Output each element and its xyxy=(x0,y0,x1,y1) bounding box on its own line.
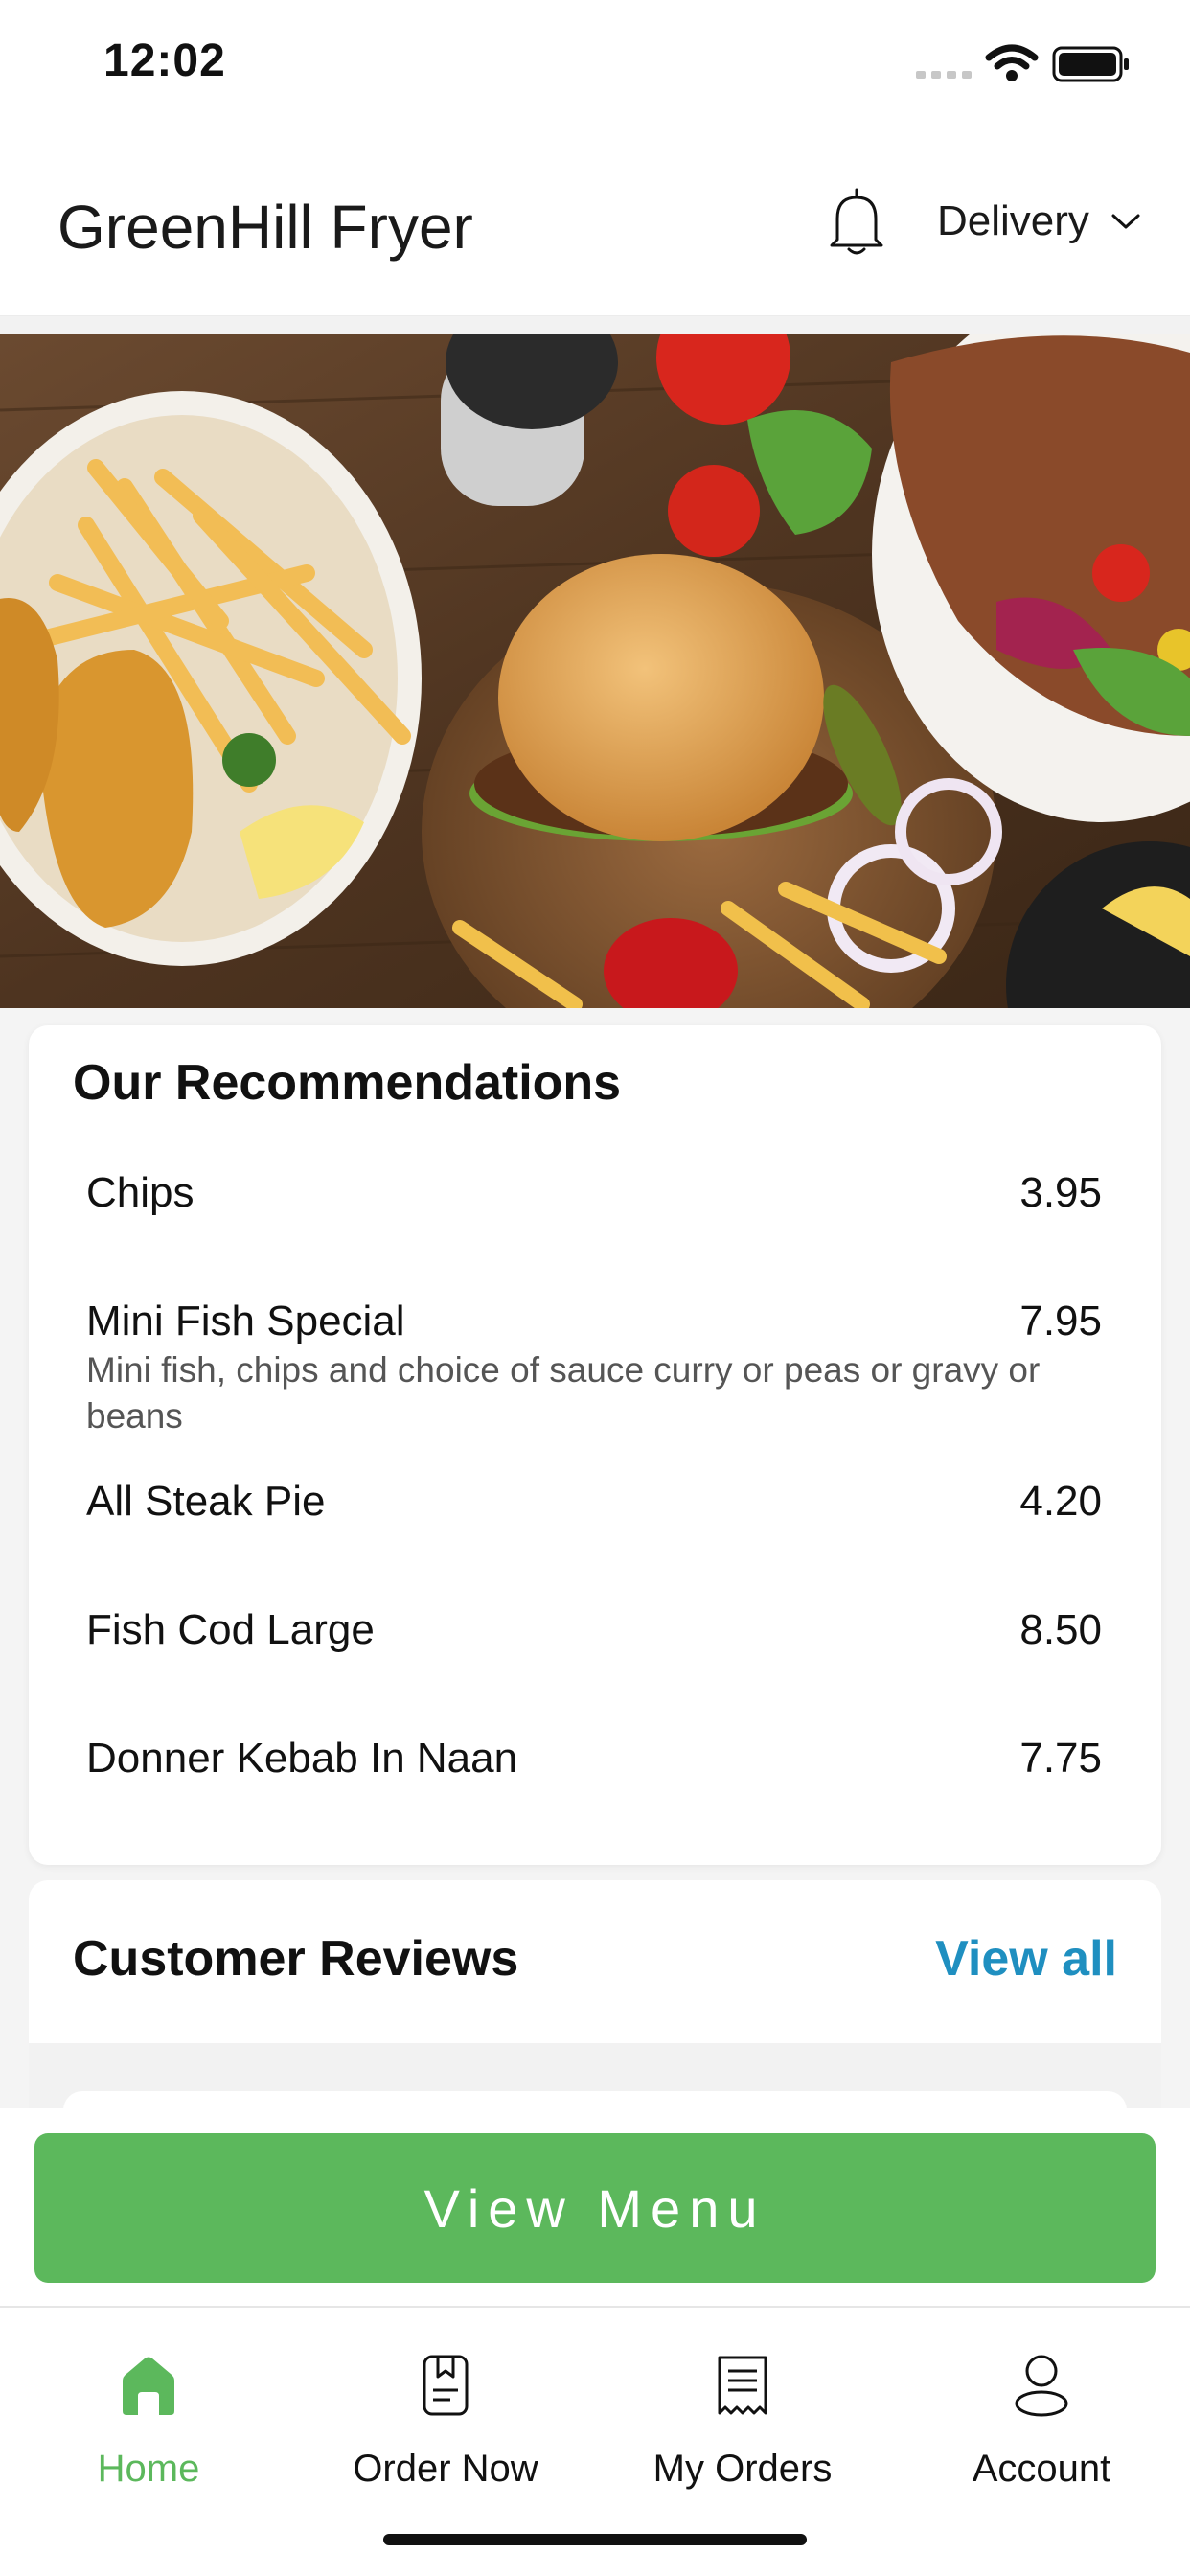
tab-label: My Orders xyxy=(652,2448,833,2490)
menu-item[interactable]: Mini Fish Special 7.95 Mini fish, chips … xyxy=(86,1298,1102,1439)
status-bar: 12:02 xyxy=(0,0,1190,134)
menu-item-name: Mini Fish Special xyxy=(86,1298,405,1345)
divider xyxy=(0,316,1190,334)
menu-item-description: Mini fish, chips and choice of sauce cur… xyxy=(86,1350,1041,1436)
menu-item-price: 8.50 xyxy=(1019,1606,1102,1653)
menu-item-name: Fish Cod Large xyxy=(86,1606,375,1653)
tab-order-now[interactable]: Order Now xyxy=(297,2308,594,2518)
order-icon xyxy=(423,2355,469,2416)
wifi-icon xyxy=(985,44,1039,81)
app-header: GreenHill Fryer Delivery xyxy=(0,134,1190,316)
battery-icon xyxy=(1052,46,1129,82)
home-indicator[interactable] xyxy=(383,2534,807,2545)
menu-item-name: Chips xyxy=(86,1169,195,1216)
menu-item-name: Donner Kebab In Naan xyxy=(86,1735,518,1782)
menu-item[interactable]: All Steak Pie 4.20 xyxy=(86,1478,1102,1526)
user-icon xyxy=(1015,2355,1068,2417)
menu-item[interactable]: Donner Kebab In Naan 7.75 xyxy=(86,1735,1102,1782)
menu-item[interactable]: Fish Cod Large 8.50 xyxy=(86,1606,1102,1654)
delivery-label: Delivery xyxy=(937,197,1089,244)
menu-item-price: 4.20 xyxy=(1019,1478,1102,1525)
signal-icon xyxy=(916,71,972,79)
customer-reviews-card: Customer Reviews View all xyxy=(29,1880,1161,2129)
tab-account[interactable]: Account xyxy=(893,2308,1190,2518)
tab-label: Order Now xyxy=(353,2448,538,2490)
recommendations-card: Our Recommendations Chips 3.95 Mini Fish… xyxy=(29,1025,1161,1865)
hero-food-image xyxy=(0,334,1190,1008)
chevron-down-icon xyxy=(1111,214,1140,229)
home-icon xyxy=(123,2357,174,2415)
tab-label: Home xyxy=(97,2448,200,2490)
recommendations-title: Our Recommendations xyxy=(73,1055,622,1111)
menu-item-name: All Steak Pie xyxy=(86,1478,326,1525)
receipt-icon xyxy=(718,2356,767,2415)
reviews-list xyxy=(29,2043,1161,2129)
menu-item-price: 3.95 xyxy=(1019,1169,1102,1216)
bell-icon[interactable] xyxy=(826,186,887,259)
view-all-reviews-link[interactable]: View all xyxy=(935,1930,1117,1988)
tab-home[interactable]: Home xyxy=(0,2308,297,2518)
tab-label: Account xyxy=(972,2448,1111,2490)
reviews-title: Customer Reviews xyxy=(73,1931,519,1987)
menu-item-price: 7.95 xyxy=(1019,1298,1102,1345)
menu-item-price: 7.75 xyxy=(1019,1735,1102,1782)
app-title: GreenHill Fryer xyxy=(57,193,473,262)
status-time: 12:02 xyxy=(103,35,226,86)
menu-item[interactable]: Chips 3.95 xyxy=(86,1169,1102,1217)
tab-my-orders[interactable]: My Orders xyxy=(594,2308,891,2518)
view-menu-button[interactable]: View Menu xyxy=(34,2133,1156,2283)
delivery-mode-selector[interactable]: Delivery xyxy=(937,197,1141,245)
